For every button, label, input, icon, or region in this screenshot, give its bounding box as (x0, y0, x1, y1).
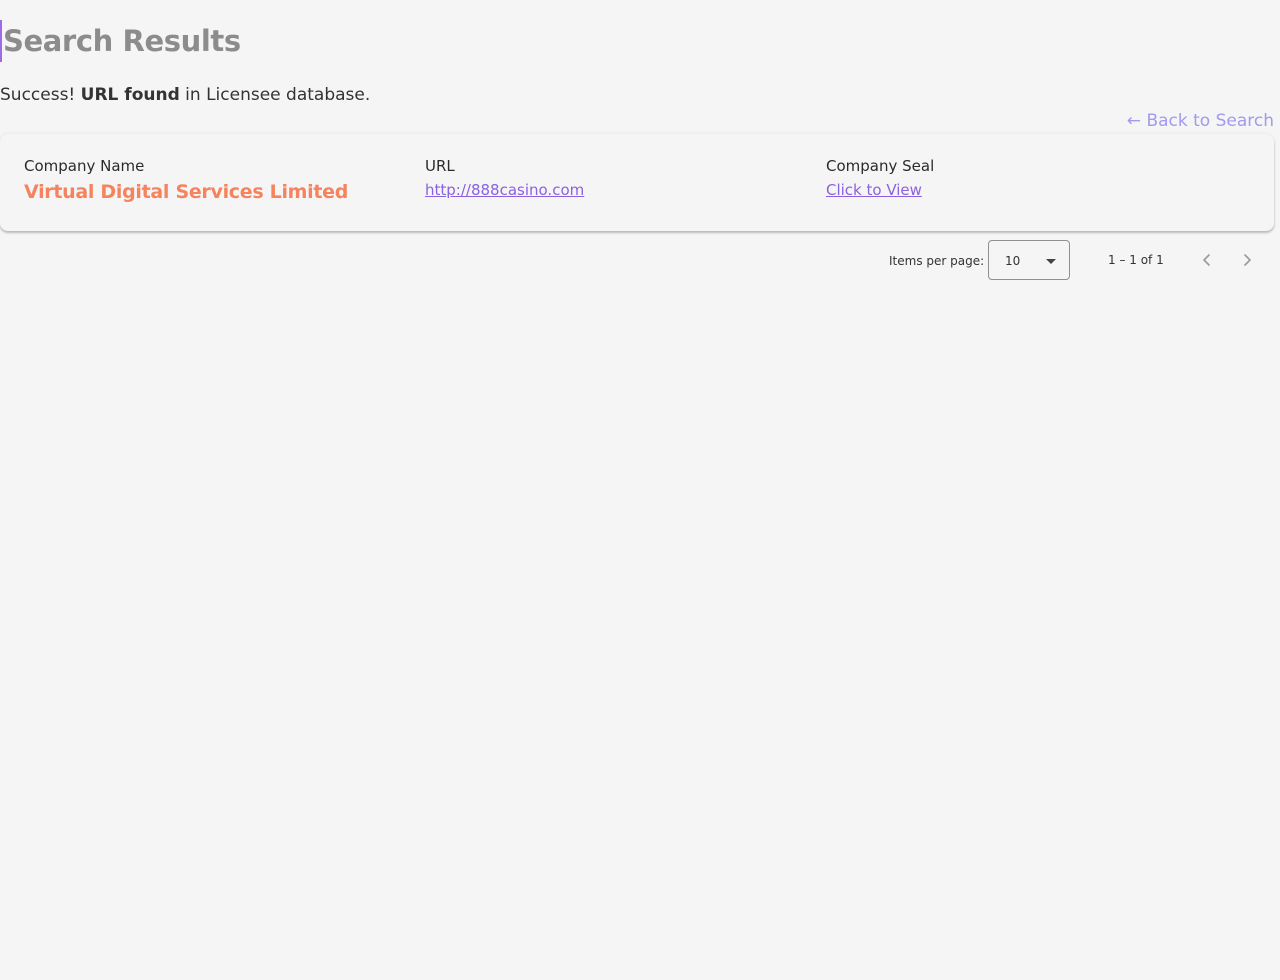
url-link[interactable]: http://888casino.com (425, 180, 584, 200)
chevron-left-icon (1203, 254, 1210, 266)
view-seal-link[interactable]: Click to View (826, 180, 922, 200)
status-message: Success! URL found in Licensee database. (0, 84, 370, 106)
company-name-label: Company Name (24, 157, 145, 175)
status-suffix: in Licensee database. (185, 85, 371, 105)
company-seal-column: Company Seal Click to View (826, 156, 934, 200)
company-seal-label: Company Seal (826, 157, 935, 175)
url-column: URL http://888casino.com (425, 156, 584, 200)
search-results-page: Search Results Success! URL found in Lic… (0, 0, 1280, 980)
status-emphasis: URL found (80, 85, 180, 105)
back-to-search-link[interactable]: ← Back to Search (1127, 110, 1274, 132)
items-per-page-value: 10 (1005, 254, 1021, 268)
next-page-button[interactable] (1227, 240, 1267, 280)
caret-down-icon (1046, 259, 1056, 264)
company-name-column: Company Name Virtual Digital Services Li… (24, 156, 348, 205)
result-card: Company Name Virtual Digital Services Li… (0, 134, 1274, 231)
page-range-label: 1 – 1 of 1 (1108, 253, 1164, 267)
company-name-value: Virtual Digital Services Limited (24, 181, 349, 203)
url-label: URL (425, 157, 455, 175)
chevron-right-icon (1244, 254, 1251, 266)
items-per-page-select[interactable]: 10 (988, 240, 1070, 280)
page-title: Search Results (0, 20, 241, 62)
previous-page-button[interactable] (1187, 240, 1227, 280)
items-per-page-label: Items per page: (889, 254, 985, 268)
paginator: Items per page: 10 1 – 1 of 1 (0, 240, 1280, 282)
status-prefix: Success! (0, 85, 76, 105)
